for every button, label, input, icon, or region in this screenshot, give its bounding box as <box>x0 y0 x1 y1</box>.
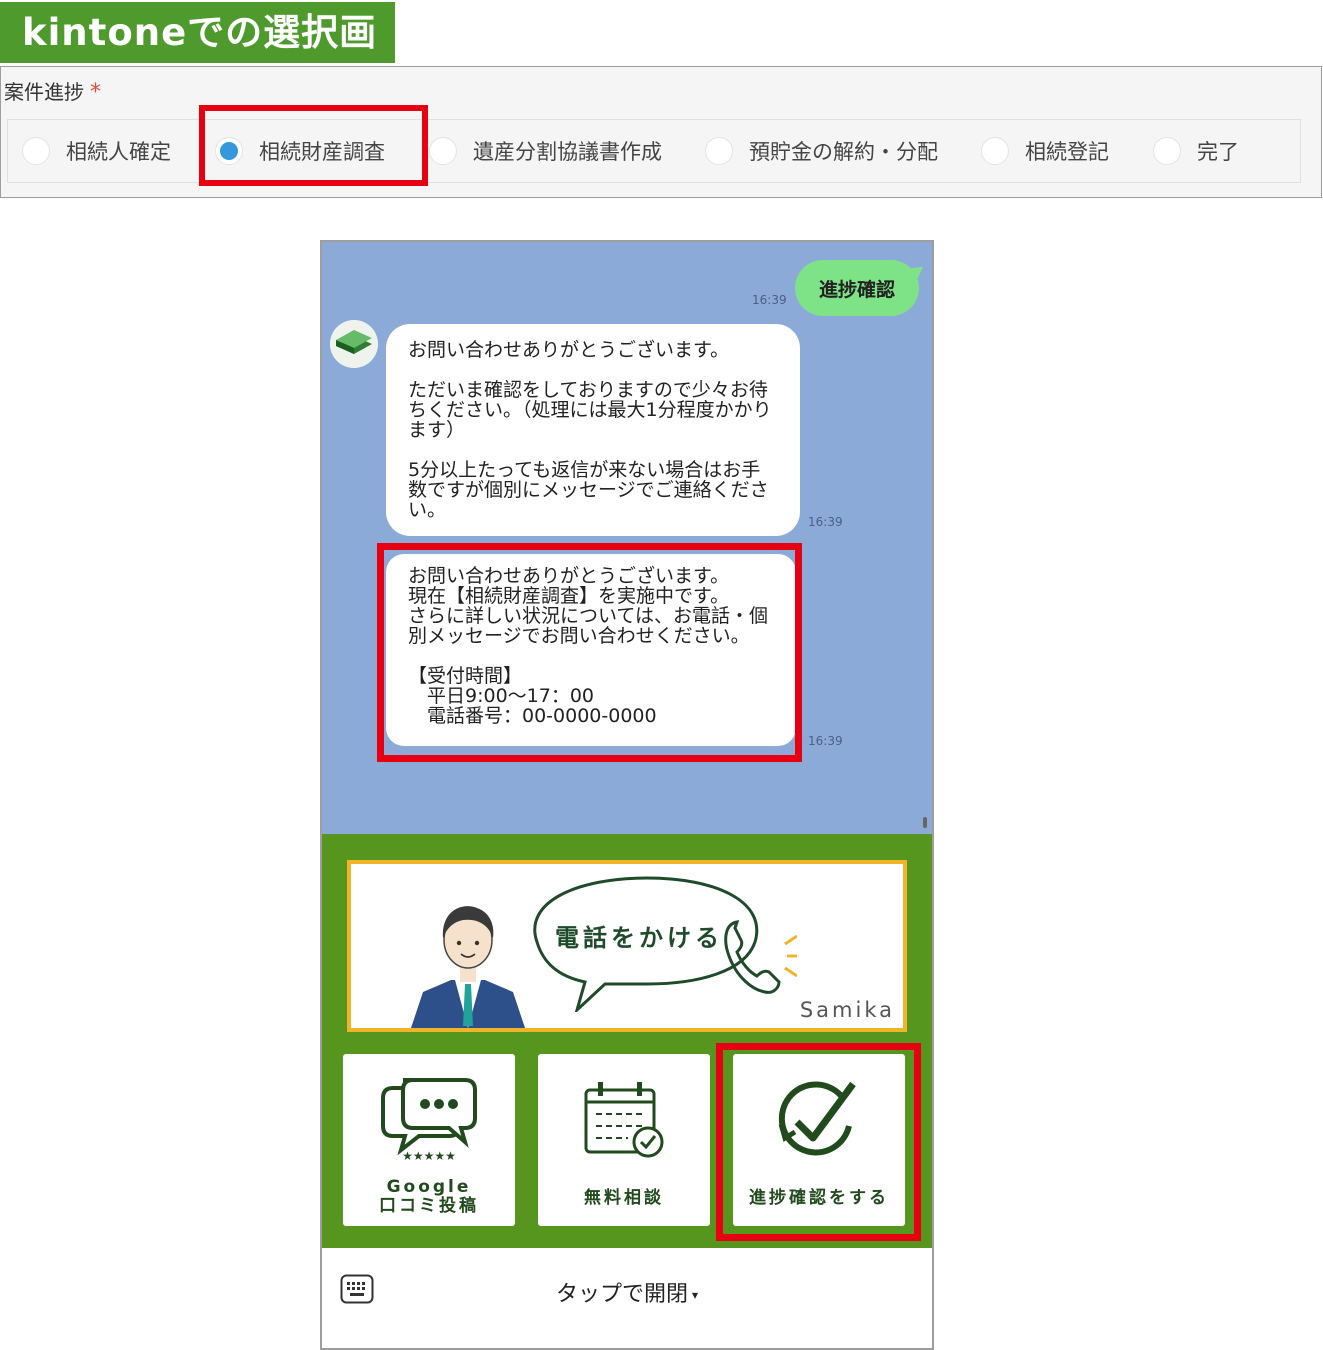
radio-button[interactable] <box>1153 137 1181 165</box>
google-review-label-line2: 口コミ投稿 <box>379 1196 479 1216</box>
scrollbar-thumb[interactable] <box>923 817 927 828</box>
radio-option-heirs[interactable]: 相続人確定 <box>22 120 171 182</box>
google-review-label-line1: Google <box>386 1177 472 1197</box>
radio-label: 遺産分割協議書作成 <box>473 140 662 164</box>
chat-area[interactable]: 進捗確認 16:39 お問い合わせありがとうございます。 ただいま確認をしており… <box>322 242 932 834</box>
radio-label: 相続人確定 <box>66 140 171 164</box>
review-chat-icon: ★★★★★ <box>381 1078 477 1162</box>
radio-option-complete[interactable]: 完了 <box>1153 120 1239 182</box>
bot-message-bubble: お問い合わせありがとうございます。 ただいま確認をしておりますので少々お待ちくだ… <box>386 324 800 536</box>
caret-down-icon: ▾ <box>691 1288 699 1302</box>
call-button[interactable]: 電話をかける Samika <box>347 860 907 1032</box>
phone-handset-icon <box>724 920 797 994</box>
radio-option-savings[interactable]: 預貯金の解約・分配 <box>705 120 938 182</box>
line-phone-screen: 進捗確認 16:39 お問い合わせありがとうございます。 ただいま確認をしており… <box>320 240 934 1350</box>
bot-avatar[interactable] <box>330 320 378 368</box>
businessman-illustration <box>411 906 525 1028</box>
radio-button[interactable] <box>22 137 50 165</box>
page-title-banner: kintoneでの選択画面 <box>0 2 395 115</box>
required-mark: * <box>90 80 101 105</box>
radio-label: 預貯金の解約・分配 <box>749 140 938 164</box>
tap-toggle-label[interactable]: タップで開閉 ▾ <box>322 1276 932 1308</box>
highlight-frame-progress-button <box>716 1043 921 1241</box>
radio-label: 相続登記 <box>1025 140 1109 164</box>
call-label: 電話をかける <box>555 924 723 952</box>
book-stack-icon <box>330 320 378 368</box>
user-message-bubble: 進捗確認 <box>795 260 919 316</box>
radio-button[interactable] <box>429 137 457 165</box>
highlight-frame-selected-option <box>199 105 428 186</box>
radio-label: 完了 <box>1197 140 1239 164</box>
rich-menu: 電話をかける Samika ★★★★★ Google 口コミ投稿 無料相談 進捗… <box>322 834 932 1248</box>
radio-button[interactable] <box>705 137 733 165</box>
highlight-frame-status-message <box>377 543 802 762</box>
samika-brand-logo: Samika <box>799 998 895 1022</box>
bot-status-message-time: 16:39 <box>808 734 843 748</box>
free-consultation-button[interactable]: 無料相談 <box>538 1054 710 1226</box>
calendar-check-icon <box>584 1082 664 1158</box>
bot-message-time: 16:39 <box>808 515 843 529</box>
radio-option-registration[interactable]: 相続登記 <box>981 120 1109 182</box>
svg-text:★★★★★: ★★★★★ <box>402 1149 456 1162</box>
user-message-time: 16:39 <box>752 293 787 307</box>
google-review-button[interactable]: ★★★★★ Google 口コミ投稿 <box>343 1054 515 1226</box>
menu-toggle-bar[interactable]: タップで開閉 ▾ <box>322 1248 932 1348</box>
radio-option-division-agreement[interactable]: 遺産分割協議書作成 <box>429 120 662 182</box>
free-consultation-label: 無料相談 <box>584 1188 664 1208</box>
radio-button[interactable] <box>981 137 1009 165</box>
field-label: 案件進捗 * <box>4 80 101 105</box>
